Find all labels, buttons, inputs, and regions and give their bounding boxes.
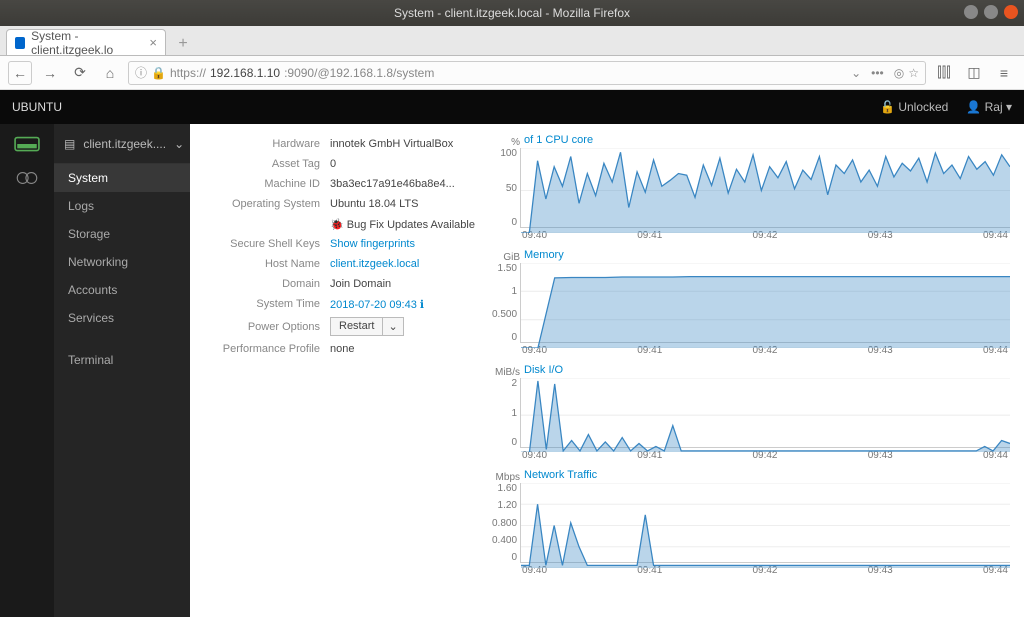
window-titlebar: System - client.itzgeek.local - Mozilla …	[0, 0, 1024, 26]
hostname-link[interactable]: client.itzgeek.local	[330, 258, 419, 270]
server-icon[interactable]	[14, 168, 40, 188]
nav-toolbar: ← → ⟳ ⌂ ⓘ 🔒 https://192.168.1.10:9090/@1…	[0, 56, 1024, 90]
chart-mem[interactable]: GiBMemory 1.5010.5000 09:4009:4109:4209:…	[492, 249, 1010, 356]
ssh-fingerprints-link[interactable]: Show fingerprints	[330, 238, 415, 250]
sidebar-item-terminal[interactable]: Terminal	[54, 346, 190, 374]
chart-disk[interactable]: MiB/sDisk I/O 210 09:4009:4109:4209:4309…	[492, 364, 1010, 461]
y-axis: 100500	[492, 148, 520, 228]
chart-title: Network Traffic	[524, 469, 597, 481]
brand-label: UBUNTU	[12, 100, 62, 114]
sidebar-item-system[interactable]: System	[54, 164, 190, 192]
machine-id-value: 3ba3ec17a91e46ba8e4...	[330, 178, 455, 190]
sidebar-icon[interactable]: ◫	[962, 61, 986, 85]
chart-cpu[interactable]: %of 1 CPU core 100500 09:4009:4109:4209:…	[492, 134, 1010, 241]
dashboard-icon[interactable]	[14, 134, 40, 154]
tab-label: System - client.itzgeek.lo	[31, 29, 143, 57]
join-domain-link[interactable]: Join Domain	[330, 278, 391, 290]
system-info: Hardwareinnotek GmbH VirtualBox Asset Ta…	[204, 134, 484, 617]
minimize-icon[interactable]	[964, 5, 978, 19]
url-bar[interactable]: ⓘ 🔒 https://192.168.1.10:9090/@192.168.1…	[128, 61, 926, 85]
tab-close-icon[interactable]: ×	[149, 35, 157, 50]
hardware-value: innotek GmbH VirtualBox	[330, 138, 453, 150]
y-axis: 210	[492, 378, 520, 448]
bookmark-icon[interactable]: ☆	[908, 66, 919, 80]
y-axis: 1.601.200.8000.4000	[492, 483, 520, 563]
chart-title: of 1 CPU core	[524, 134, 593, 146]
sidebar-item-logs[interactable]: Logs	[54, 192, 190, 220]
asset-tag-value: 0	[330, 158, 336, 170]
host-selector[interactable]: ▤ client.itzgeek.... ⌄	[54, 124, 190, 164]
cockpit-header: UBUNTU 🔓 Unlocked 👤 Raj ▾	[0, 90, 1024, 124]
browser-tab[interactable]: System - client.itzgeek.lo ×	[6, 29, 166, 55]
os-value: Ubuntu 18.04 LTS	[330, 198, 418, 210]
reload-button[interactable]: ⟳	[68, 61, 92, 85]
host-label: client.itzgeek....	[83, 137, 166, 151]
library-icon[interactable]: ⫿⫿⫿	[932, 61, 956, 85]
sidebar-item-storage[interactable]: Storage	[54, 220, 190, 248]
more-icon[interactable]: •••	[871, 66, 884, 80]
chart-net[interactable]: MbpsNetwork Traffic 1.601.200.8000.4000 …	[492, 469, 1010, 576]
maximize-icon[interactable]	[984, 5, 998, 19]
host-icon: ▤	[64, 137, 75, 151]
back-button[interactable]: ←	[8, 61, 32, 85]
dropdown-icon[interactable]: ⌄	[851, 66, 861, 80]
user-menu[interactable]: 👤 Raj ▾	[966, 100, 1012, 114]
tab-strip: System - client.itzgeek.lo × +	[0, 26, 1024, 56]
window-title: System - client.itzgeek.local - Mozilla …	[394, 6, 630, 20]
restart-button[interactable]: Restart	[330, 317, 383, 336]
sidebar-item-services[interactable]: Services	[54, 304, 190, 332]
info-icon[interactable]: ⓘ	[135, 64, 147, 81]
power-dropdown-button[interactable]: ⌄	[383, 317, 403, 336]
sidebar-item-networking[interactable]: Networking	[54, 248, 190, 276]
home-button[interactable]: ⌂	[98, 61, 122, 85]
menu-icon[interactable]: ≡	[992, 61, 1016, 85]
updates-link[interactable]: 🐞 Bug Fix Updates Available	[330, 218, 475, 231]
y-axis: 1.5010.5000	[492, 263, 520, 343]
chart-title: Disk I/O	[524, 364, 563, 376]
close-icon[interactable]	[1004, 5, 1018, 19]
lock-icon: 🔒	[151, 66, 166, 80]
chevron-down-icon: ⌄	[174, 137, 184, 151]
sidebar: ▤ client.itzgeek.... ⌄ SystemLogsStorage…	[54, 124, 190, 617]
system-time-link[interactable]: 2018-07-20 09:43 ℹ	[330, 299, 424, 311]
new-tab-button[interactable]: +	[172, 33, 194, 55]
sidebar-item-accounts[interactable]: Accounts	[54, 276, 190, 304]
privilege-toggle[interactable]: 🔓 Unlocked	[880, 100, 948, 114]
pocket-icon[interactable]: ◎	[894, 66, 904, 80]
perf-profile-value: none	[330, 343, 354, 355]
forward-button[interactable]: →	[38, 61, 62, 85]
chart-title: Memory	[524, 249, 564, 261]
machine-rail	[0, 124, 54, 617]
favicon-icon	[15, 37, 25, 49]
